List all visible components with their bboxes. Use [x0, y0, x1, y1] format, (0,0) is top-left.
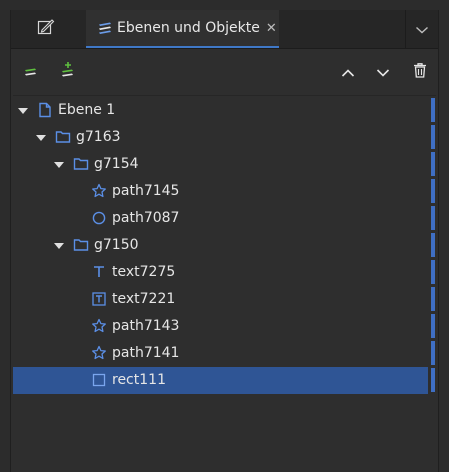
delete-icon — [413, 62, 427, 82]
tree-item-label: g7150 — [94, 237, 139, 253]
expand-toggle-icon[interactable] — [53, 159, 65, 171]
object-tree: Ebene 1 g7163 g7154 path7145 path7087 g7150 te… — [13, 95, 436, 396]
tree-item-label: path7145 — [112, 183, 180, 199]
visibility-indicator[interactable] — [431, 125, 435, 149]
star-icon — [91, 183, 107, 199]
tree-item-label: path7141 — [112, 345, 180, 361]
star-icon — [91, 318, 107, 334]
circle-icon — [91, 210, 107, 226]
visibility-indicator[interactable] — [431, 98, 435, 122]
move-up-button[interactable] — [335, 59, 361, 85]
visibility-indicator[interactable] — [431, 314, 435, 338]
visibility-indicator[interactable] — [431, 233, 435, 257]
tree-row-rect111[interactable]: rect111 — [13, 367, 428, 394]
tab-layers-objects[interactable]: Ebenen und Objekte ✕ — [86, 10, 279, 48]
visibility-indicator[interactable] — [431, 287, 435, 311]
add-sublayer-icon — [59, 61, 77, 83]
expand-toggle-icon[interactable] — [17, 105, 29, 117]
visibility-indicator[interactable] — [431, 368, 435, 392]
move-down-button[interactable] — [370, 59, 396, 85]
delete-button[interactable] — [407, 59, 433, 85]
tab-layers-label: Ebenen und Objekte — [117, 20, 260, 36]
folder-icon — [55, 129, 71, 145]
rect-icon — [91, 372, 107, 388]
tree-row-text7275[interactable]: text7275 — [13, 259, 428, 286]
tree-row-path7141[interactable]: path7141 — [13, 340, 428, 367]
visibility-indicator[interactable] — [431, 206, 435, 230]
add-layer-button[interactable] — [18, 59, 44, 85]
folder-icon — [73, 237, 89, 253]
layers-icon — [97, 20, 113, 36]
document-icon — [37, 102, 53, 118]
tree-row-g7150[interactable]: g7150 — [13, 232, 428, 259]
layers-toolbar — [11, 49, 438, 95]
tree-row-ebene-1[interactable]: Ebene 1 — [13, 97, 428, 124]
tree-row-g7154[interactable]: g7154 — [13, 151, 428, 178]
tree-row-path7145[interactable]: path7145 — [13, 178, 428, 205]
tree-row-path7087[interactable]: path7087 — [13, 205, 428, 232]
add-layer-icon — [22, 63, 40, 82]
tree-row-text7221[interactable]: text7221 — [13, 286, 428, 313]
star-icon — [91, 345, 107, 361]
visibility-indicator[interactable] — [431, 179, 435, 203]
folder-icon — [73, 156, 89, 172]
visibility-indicator[interactable] — [431, 152, 435, 176]
layers-panel: Ebenen und Objekte ✕ Ebene 1 g7163 g7154… — [10, 10, 439, 472]
tree-item-label: path7143 — [112, 318, 180, 334]
tree-item-label: g7154 — [94, 156, 139, 172]
tree-row-path7143[interactable]: path7143 — [13, 313, 428, 340]
move-down-icon — [376, 63, 390, 82]
tree-item-label: g7163 — [76, 129, 121, 145]
tree-item-label: Ebene 1 — [58, 102, 116, 118]
add-sublayer-button[interactable] — [55, 59, 81, 85]
text-frame-icon — [91, 291, 107, 307]
panel-menu-button[interactable] — [405, 10, 438, 48]
chevron-down-icon — [415, 20, 429, 39]
expand-toggle-icon[interactable] — [35, 132, 47, 144]
tree-item-label: text7221 — [112, 291, 176, 307]
tree-item-label: rect111 — [112, 372, 166, 388]
text-icon — [91, 264, 107, 280]
visibility-indicator[interactable] — [431, 260, 435, 284]
tree-item-label: text7275 — [112, 264, 176, 280]
tab-edit-object[interactable] — [11, 10, 81, 48]
tree-item-label: path7087 — [112, 210, 180, 226]
move-up-icon — [341, 63, 355, 82]
visibility-indicator[interactable] — [431, 341, 435, 365]
expand-toggle-icon[interactable] — [53, 240, 65, 252]
close-icon[interactable]: ✕ — [266, 22, 277, 35]
tab-bar: Ebenen und Objekte ✕ — [11, 10, 438, 49]
tree-row-g7163[interactable]: g7163 — [13, 124, 428, 151]
edit-object-icon — [37, 18, 55, 40]
